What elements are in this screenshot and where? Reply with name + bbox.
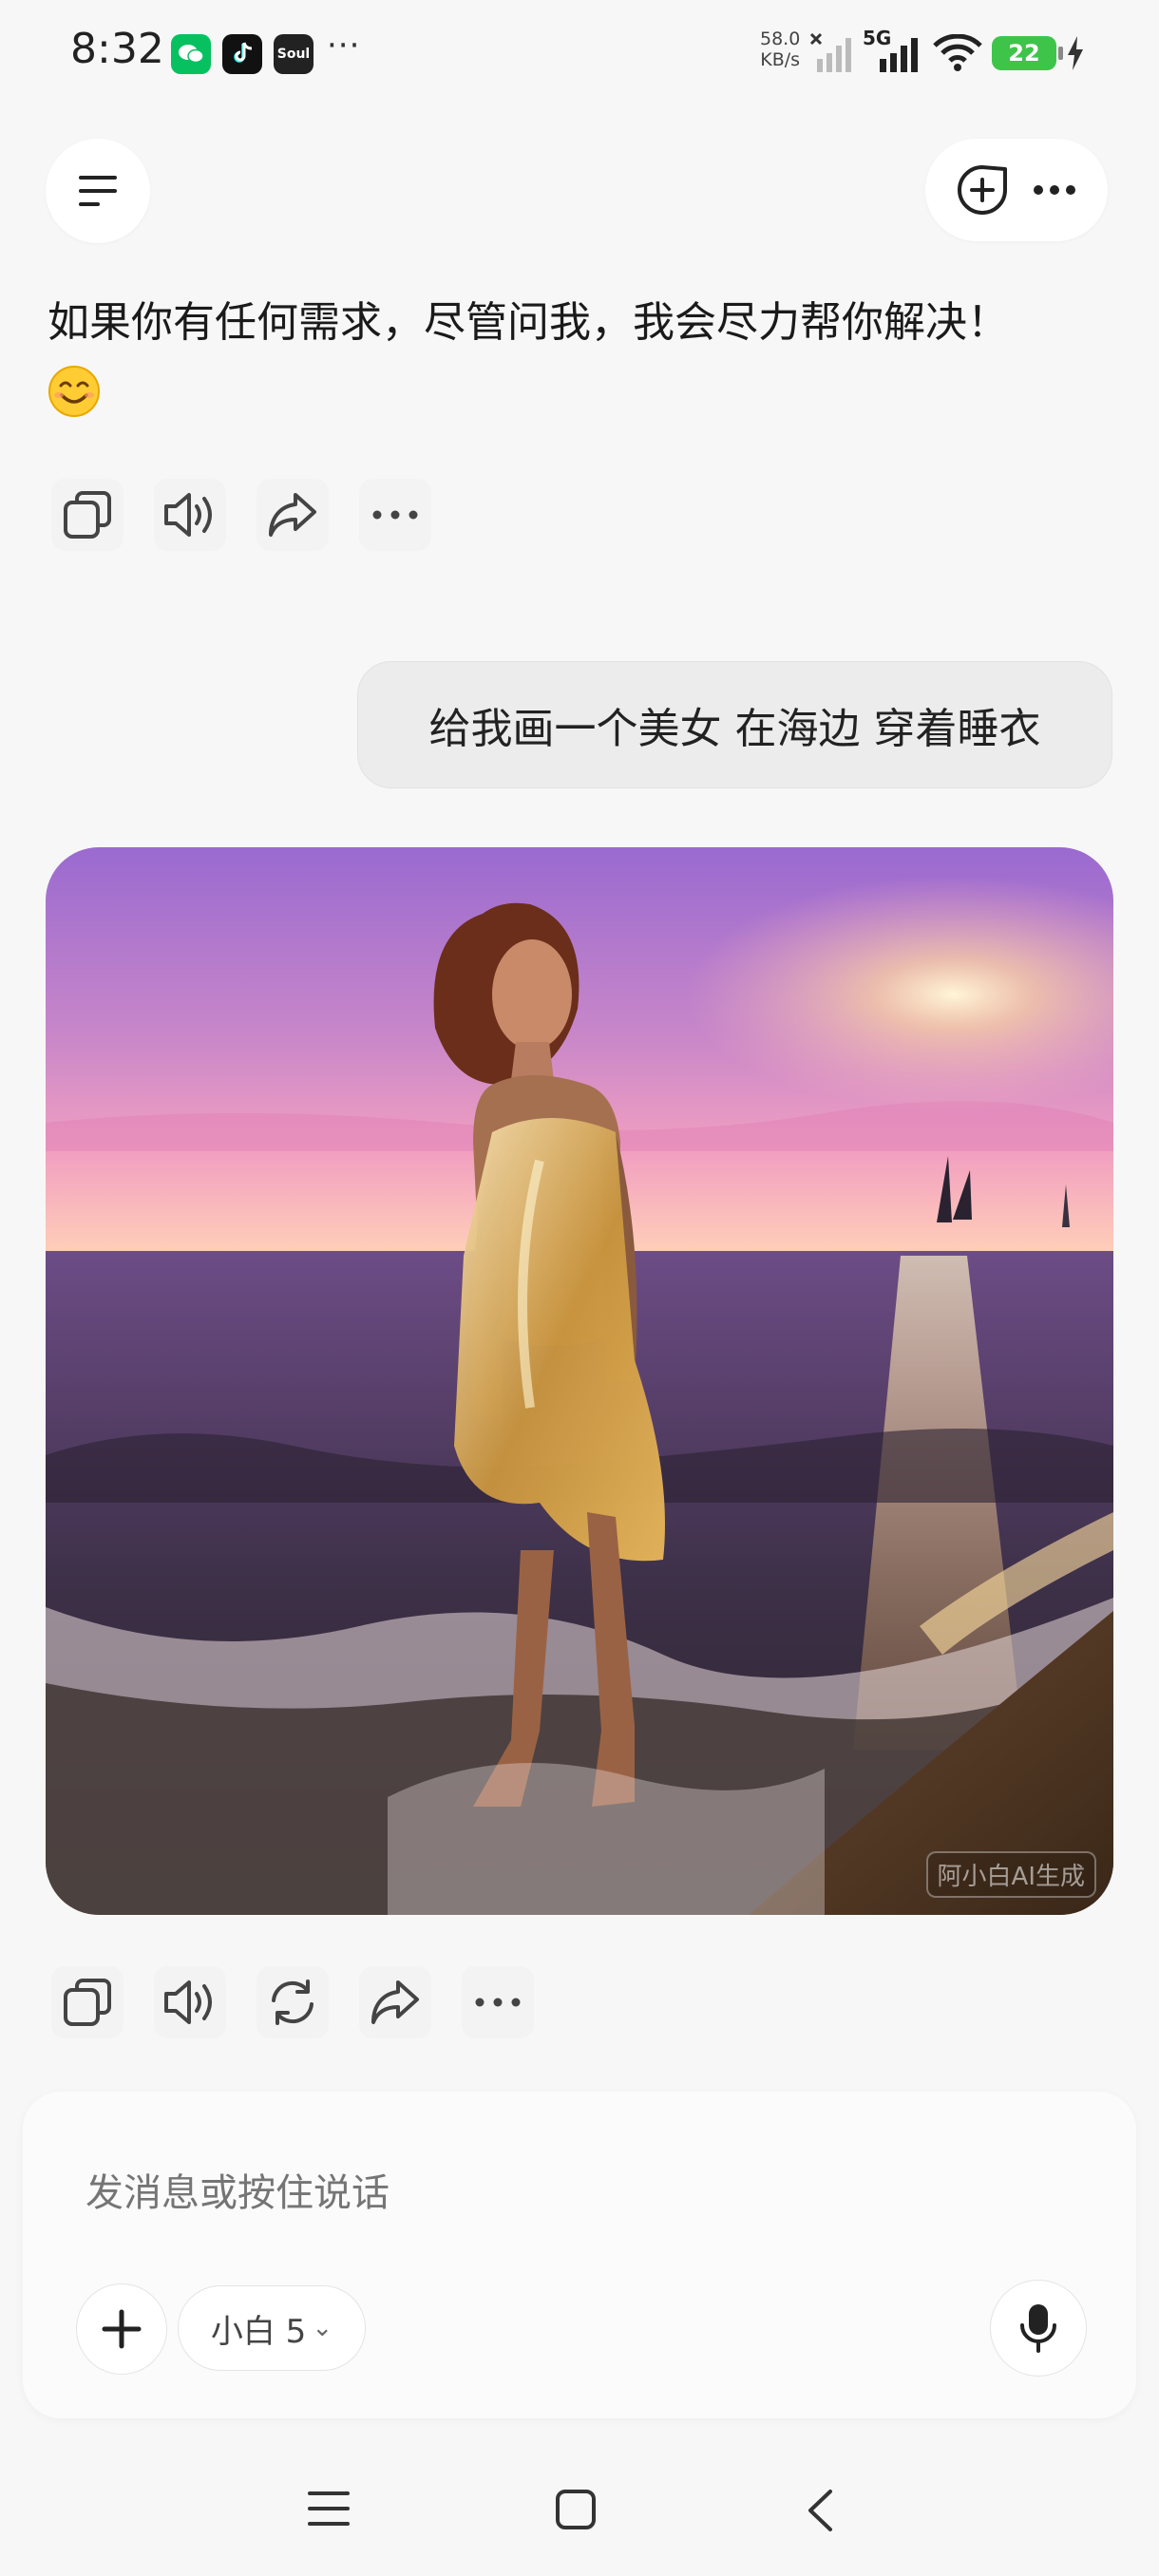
wifi-icon — [933, 34, 982, 71]
read-aloud-button[interactable] — [154, 1966, 226, 2038]
chat-screen: 8:32 Soul ··· 58.0 KB/s 5G 22 如果你有任何需求，尽… — [0, 0, 1159, 2576]
image-message-actions — [51, 1966, 534, 2038]
chevron-down-icon: ⌄ — [312, 2314, 333, 2342]
generated-image[interactable]: 阿小白AI生成 — [46, 847, 1113, 1915]
more-icon — [1034, 185, 1075, 195]
model-label: 小白 5 — [210, 2312, 307, 2351]
back-nav-icon[interactable] — [806, 2489, 834, 2532]
more-options-button[interactable] — [1033, 184, 1076, 196]
plus-icon — [102, 2309, 142, 2349]
speaker-icon — [164, 1980, 212, 2024]
copy-icon — [64, 491, 111, 539]
share-button[interactable] — [359, 1966, 431, 2038]
copy-button[interactable] — [51, 1966, 124, 2038]
menu-button[interactable] — [46, 139, 150, 243]
status-time: 8:32 — [70, 25, 164, 73]
message-more-button[interactable] — [359, 479, 431, 551]
bot-message-text: 如果你有任何需求，尽管问我，我会尽力帮你解决！ — [48, 298, 1009, 347]
beach-woman-illustration — [46, 847, 1113, 1915]
smile-emoji — [48, 365, 1112, 445]
image-watermark: 阿小白AI生成 — [925, 1851, 1096, 1898]
menu-icon — [79, 176, 117, 206]
new-chat-icon — [958, 165, 1007, 215]
system-nav-bar — [0, 2451, 1159, 2565]
menu-nav-icon[interactable] — [308, 2491, 350, 2527]
user-message-bubble[interactable]: 给我画一个美女 在海边 穿着睡衣 — [357, 661, 1112, 788]
bot-message-actions — [51, 479, 431, 551]
more-icon — [372, 510, 418, 520]
microphone-icon — [1020, 2304, 1056, 2353]
share-button[interactable] — [256, 479, 329, 551]
header-actions — [925, 139, 1108, 241]
smile-emoji-icon — [48, 366, 100, 417]
share-icon — [269, 493, 316, 537]
net-speed: 58.0 KB/s — [760, 28, 801, 70]
new-chat-button[interactable] — [957, 164, 1008, 216]
signal-sim2-icon — [880, 38, 918, 72]
signal-sim1-icon — [809, 32, 851, 72]
message-composer: 小白 5 ⌄ — [23, 2092, 1136, 2418]
share-icon — [371, 1980, 419, 2024]
battery-indicator: 22 — [992, 36, 1063, 70]
soul-icon: Soul — [274, 34, 314, 74]
regenerate-icon — [272, 1979, 314, 2025]
speaker-icon — [164, 493, 212, 537]
tiktok-icon — [222, 34, 262, 74]
status-more-icon: ··· — [327, 27, 361, 65]
copy-button[interactable] — [51, 479, 124, 551]
more-icon — [475, 1998, 521, 2007]
home-nav-icon[interactable] — [555, 2489, 597, 2530]
attach-button[interactable] — [76, 2283, 167, 2375]
bot-message: 如果你有任何需求，尽管问我，我会尽力帮你解决！ — [48, 283, 1112, 445]
message-input[interactable] — [86, 2171, 1036, 2215]
message-more-button[interactable] — [462, 1966, 534, 2038]
charging-icon — [1068, 36, 1083, 70]
regenerate-button[interactable] — [256, 1966, 329, 2038]
read-aloud-button[interactable] — [154, 479, 226, 551]
wechat-icon — [171, 34, 211, 74]
copy-icon — [64, 1979, 111, 2026]
model-selector[interactable]: 小白 5 ⌄ — [178, 2285, 366, 2371]
voice-input-button[interactable] — [990, 2280, 1087, 2377]
